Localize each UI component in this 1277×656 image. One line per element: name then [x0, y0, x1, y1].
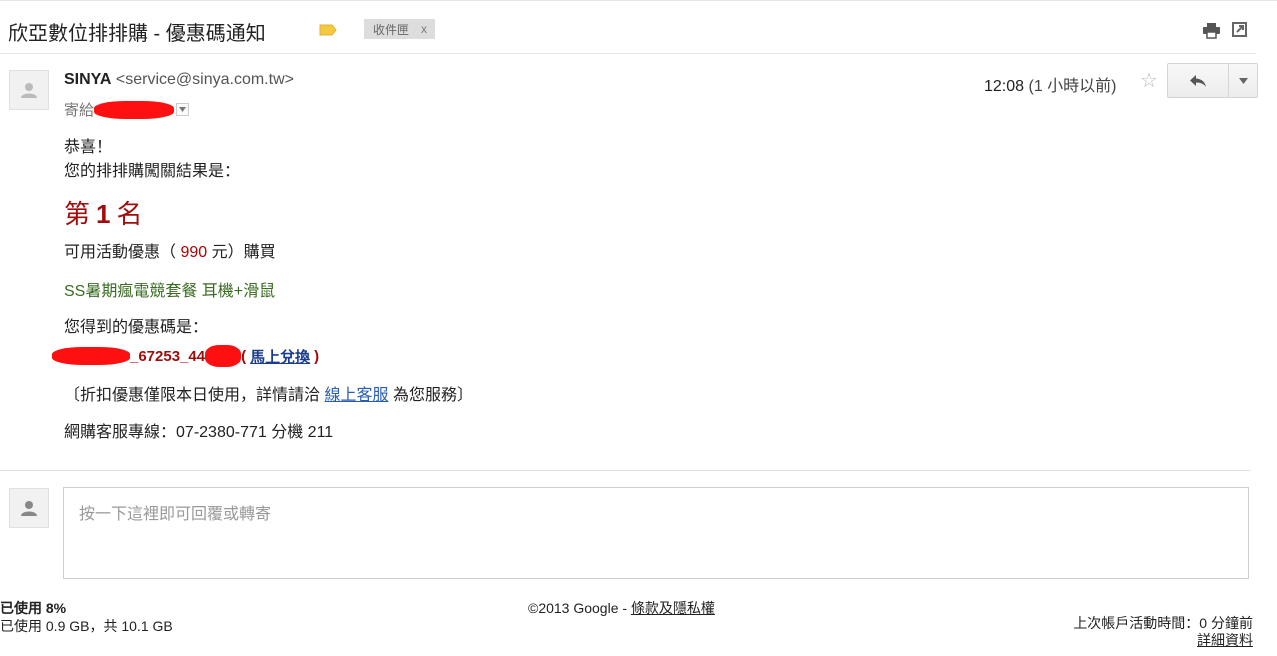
- label-tag-icon[interactable]: [319, 24, 337, 36]
- rank-prefix: 第: [64, 200, 91, 230]
- reply-placeholder[interactable]: 按一下這裡即可回覆或轉寄: [79, 500, 271, 524]
- paren-open: (: [241, 347, 247, 365]
- sender-line: SINYA <service@sinya.com.tw>: [64, 71, 294, 89]
- to-prefix: 寄給: [64, 102, 95, 119]
- redeem-link[interactable]: 馬上兌換: [250, 346, 310, 367]
- storage-usage-title: 已使用 8%: [0, 600, 67, 616]
- coupon-code: _67253_44: [130, 347, 206, 365]
- discount-prefix: 可用活動優惠（: [64, 244, 177, 261]
- person-icon: [21, 501, 37, 516]
- person-icon: [21, 83, 37, 98]
- hotline-label: 網購客服專線：: [64, 424, 177, 441]
- discount-suffix: 元）購買: [211, 244, 276, 261]
- more-actions-button[interactable]: [1229, 63, 1258, 98]
- product-name: SS暑期瘋電競套餐 耳機+滑鼠: [64, 283, 276, 300]
- discount-line: 可用活動優惠（ 990 元）購買: [64, 238, 276, 262]
- dropdown-arrow-icon: [1238, 77, 1248, 84]
- hotline-ext: 分機 211: [271, 424, 334, 441]
- my-avatar: [9, 488, 49, 528]
- email-subject: 欣亞數位排排購 - 優惠碼通知: [8, 23, 266, 45]
- header-divider: [0, 53, 1256, 54]
- note-suffix: 為您服務〕: [392, 387, 473, 404]
- sender-email: <service@sinya.com.tw>: [115, 71, 294, 88]
- storage-usage-detail: 已使用 0.9 GB，共 10.1 GB: [0, 618, 173, 634]
- hotline-line: 網購客服專線：07-2380-771 分機 211: [64, 418, 333, 442]
- usage-note: 〔折扣優惠僅限本日使用，詳情請洽 線上客服 為您服務〕: [64, 381, 473, 405]
- redacted-code-start: [52, 347, 130, 365]
- greeting-text: 恭喜！: [64, 139, 113, 156]
- code-intro-text: 您得到的優惠碼是：: [64, 319, 209, 336]
- paren-close: ): [314, 347, 320, 365]
- copyright-text: ©2013 Google -: [528, 600, 631, 616]
- print-icon[interactable]: [1202, 22, 1221, 39]
- remove-label-button[interactable]: x: [421, 22, 427, 36]
- recipient-details-button[interactable]: [176, 103, 190, 116]
- terms-link[interactable]: 條款及隱私權: [631, 600, 715, 616]
- message-divider: [0, 470, 1250, 471]
- discount-amount: 990: [180, 244, 208, 261]
- inbox-label-chip: 收件匣 x: [364, 19, 436, 39]
- result-intro-text: 您的排排購闖關結果是：: [64, 163, 241, 180]
- details-link[interactable]: 詳細資料: [1197, 632, 1253, 648]
- sender-name[interactable]: SINYA: [64, 71, 111, 88]
- activity-details: 詳細資料: [1197, 630, 1253, 650]
- coupon-code-line: _67253_44 ( 馬上兌換 ): [52, 345, 319, 367]
- copyright-line: ©2013 Google - 條款及隱私權: [528, 598, 715, 618]
- time-value: 12:08: [984, 78, 1025, 95]
- message-time: 12:08 (1 小時以前): [984, 72, 1117, 96]
- relative-time: (1 小時以前): [1028, 78, 1117, 95]
- redacted-recipient: [94, 100, 175, 119]
- open-in-new-window-icon[interactable]: [1231, 21, 1248, 38]
- star-icon[interactable]: ☆: [1140, 68, 1158, 93]
- hotline-number: 07-2380-771: [176, 424, 267, 441]
- redacted-code-end: [205, 345, 242, 367]
- sender-avatar: [9, 70, 49, 110]
- rank-heading: 第1名: [64, 194, 143, 231]
- chevron-down-icon: [179, 107, 187, 112]
- inbox-label-text: 收件匣: [373, 22, 410, 37]
- recipient-line: 寄給: [64, 99, 190, 120]
- top-border: [0, 0, 1277, 1]
- online-support-link[interactable]: 線上客服: [324, 387, 388, 404]
- reply-button[interactable]: [1167, 63, 1229, 98]
- note-prefix: 〔折扣優惠僅限本日使用，詳情請洽: [64, 387, 321, 404]
- reply-button-group: [1167, 63, 1258, 98]
- rank-suffix: 名: [116, 200, 143, 230]
- reply-arrow-icon: [1190, 74, 1206, 87]
- rank-number: 1: [96, 199, 111, 229]
